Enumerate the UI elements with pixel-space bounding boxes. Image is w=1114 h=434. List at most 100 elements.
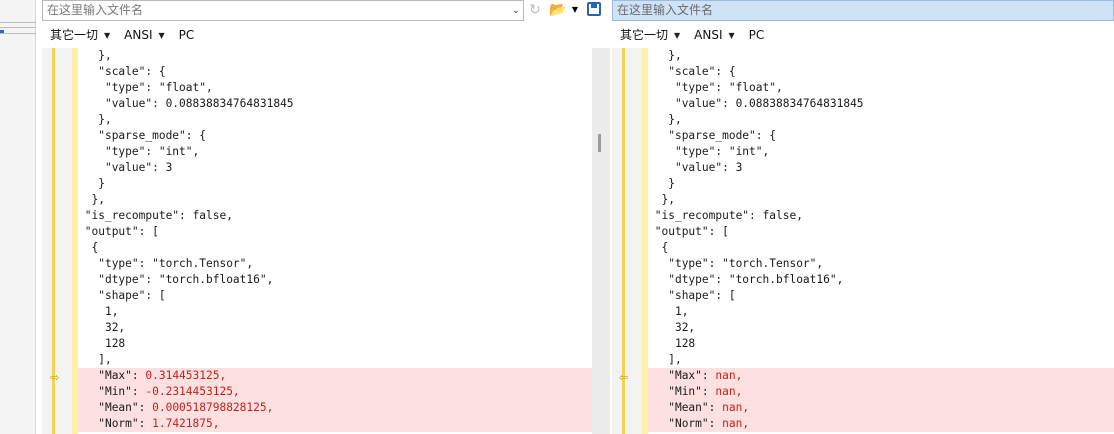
code-text: }, (668, 113, 682, 126)
code-line: }, (78, 48, 592, 64)
right-path-placeholder: 在这里输入文件名 (617, 3, 714, 17)
code-line: ], (648, 352, 1114, 368)
folder-open-icon[interactable]: 📂 (548, 1, 568, 19)
code-line: 128 (78, 336, 592, 352)
code-text: "is_recompute": false, (84, 209, 233, 222)
code-line: "is_recompute": false, (648, 208, 1114, 224)
code-line: "type": "float", (648, 80, 1114, 96)
code-text: 1, (104, 305, 119, 318)
code-line: 32, (648, 320, 1114, 336)
code-key: "Max": (668, 369, 716, 382)
code-line: "value": 3 (648, 160, 1114, 176)
code-text: 128 (104, 337, 126, 350)
code-line: "value": 0.08838834764831845 (78, 96, 592, 112)
code-value: nan, (722, 417, 750, 430)
code-text: "type": "float", (104, 81, 213, 94)
edge-rule (0, 33, 36, 34)
code-line: }, (78, 112, 592, 128)
code-value: 0.000518798828125, (152, 401, 274, 414)
code-line: "sparse_mode": { (648, 128, 1114, 144)
code-text: } (98, 177, 105, 190)
code-line: }, (648, 192, 1114, 208)
left-encoding-group-dropdown[interactable]: 其它一切 (50, 28, 98, 42)
reload-icon[interactable]: ↻ (526, 1, 544, 19)
code-text: 128 (674, 337, 696, 350)
code-text: { (91, 241, 99, 254)
right-line-ending[interactable]: PC (749, 28, 765, 42)
chevron-down-icon[interactable]: ▼ (729, 31, 735, 40)
code-line: "shape": [ (78, 288, 592, 304)
code-line: "dtype": "torch.bfloat16", (78, 272, 592, 288)
code-value: -0.2314453125, (145, 385, 240, 398)
code-text: ], (668, 353, 682, 366)
code-line: } (648, 176, 1114, 192)
diff-line: "Norm": 1.7421875, (78, 416, 592, 432)
code-key: "Mean": (668, 401, 723, 414)
code-key: "Norm": (98, 417, 153, 430)
code-text: "value": 3 (674, 161, 743, 174)
code-line: 1, (648, 304, 1114, 320)
arrow-right-icon: ⇨ (50, 371, 60, 384)
right-path-input[interactable]: 在这里输入文件名 (612, 0, 1114, 21)
code-key: "Min": (668, 385, 716, 398)
left-format-bar: 其它一切 ▼ ANSI ▼ PC (50, 24, 590, 46)
right-charset-dropdown[interactable]: ANSI (694, 28, 722, 42)
code-line: "value": 0.08838834764831845 (648, 96, 1114, 112)
code-key: "Max": (98, 369, 146, 382)
left-line-ending[interactable]: PC (179, 28, 195, 42)
diff-line: "Mean": 0.000518798828125, (78, 400, 592, 416)
code-value: nan, (715, 385, 743, 398)
left-vertical-scrollbar[interactable] (592, 48, 610, 434)
code-line: 128 (648, 336, 1114, 352)
left-scroll-thumb[interactable] (598, 134, 601, 152)
code-line: "scale": { (648, 64, 1114, 80)
right-code-pane[interactable]: }, "scale": { "type": "float", "value": … (648, 48, 1114, 434)
left-charset-dropdown[interactable]: ANSI (124, 28, 152, 42)
save-icon[interactable] (587, 2, 601, 16)
code-line: "dtype": "torch.bfloat16", (648, 272, 1114, 288)
code-line: }, (648, 48, 1114, 64)
chevron-down-icon[interactable]: ▼ (570, 1, 580, 19)
right-format-bar: 其它一切 ▼ ANSI ▼ PC (620, 24, 1100, 46)
diff-line: "Min": nan, (648, 384, 1114, 400)
left-edge-strip (0, 0, 36, 434)
code-text: "type": "torch.Tensor", (98, 257, 254, 270)
code-text: "type": "float", (674, 81, 783, 94)
code-text: "output": [ (84, 225, 159, 238)
left-code-text: }, "scale": { "type": "float", "value": … (78, 48, 592, 432)
left-path-placeholder: 在这里输入文件名 (47, 3, 144, 17)
left-path-input[interactable]: 在这里输入文件名 ⌄ (42, 0, 524, 21)
code-value: 1.7421875, (152, 417, 220, 430)
chevron-down-icon[interactable]: ⌄ (512, 1, 520, 20)
code-text: }, (91, 193, 105, 206)
code-text: "shape": [ (98, 289, 166, 302)
code-text: 32, (104, 321, 126, 334)
code-line: "sparse_mode": { (78, 128, 592, 144)
code-text: "output": [ (654, 225, 729, 238)
code-text: 32, (674, 321, 696, 334)
diff-line: "Max": 0.314453125, (78, 368, 592, 384)
code-text: "sparse_mode": { (668, 129, 776, 142)
right-code-text: }, "scale": { "type": "float", "value": … (648, 48, 1114, 432)
chevron-down-icon[interactable]: ▼ (674, 31, 680, 40)
code-key: "Min": (98, 385, 146, 398)
chevron-down-icon[interactable]: ▼ (104, 31, 110, 40)
left-code-pane[interactable]: }, "scale": { "type": "float", "value": … (78, 48, 592, 434)
diff-line: "Min": -0.2314453125, (78, 384, 592, 400)
code-text: "shape": [ (668, 289, 736, 302)
code-line: "type": "float", (78, 80, 592, 96)
code-key: "Norm": (668, 417, 723, 430)
chevron-down-icon[interactable]: ▼ (159, 31, 165, 40)
code-line: } (78, 176, 592, 192)
code-line: "value": 3 (78, 160, 592, 176)
code-key: "Mean": (98, 401, 153, 414)
code-line: "is_recompute": false, (78, 208, 592, 224)
code-text: ], (98, 353, 112, 366)
edge-rule (0, 27, 36, 28)
code-text: { (661, 241, 669, 254)
code-text: "scale": { (98, 65, 166, 78)
code-line: "type": "torch.Tensor", (648, 256, 1114, 272)
code-line: "type": "torch.Tensor", (78, 256, 592, 272)
right-encoding-group-dropdown[interactable]: 其它一切 (620, 28, 668, 42)
code-line: { (648, 240, 1114, 256)
